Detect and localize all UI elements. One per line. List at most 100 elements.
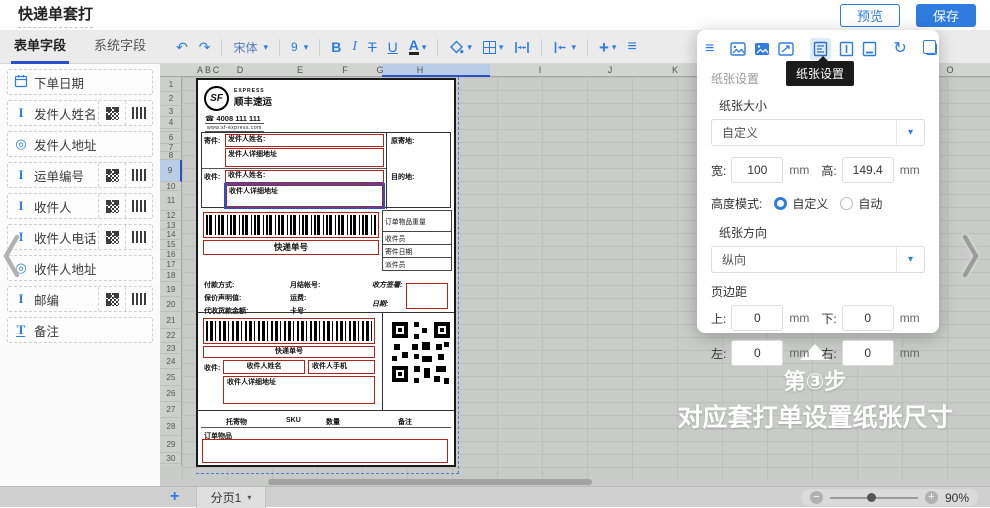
field-receiver2-name[interactable]: 收件人姓名 bbox=[223, 360, 305, 374]
align-button[interactable]: ▾ bbox=[553, 40, 576, 55]
sidebar-item-sender-name[interactable]: I 发件人姓名 bbox=[7, 100, 153, 126]
zoom-out-button[interactable]: − bbox=[810, 491, 823, 504]
merge-cells-button[interactable] bbox=[514, 40, 530, 55]
barcode-mini-button[interactable] bbox=[125, 225, 152, 249]
margin-top-input[interactable] bbox=[731, 305, 783, 331]
collapse-sidebar-chevron[interactable] bbox=[1, 232, 23, 280]
sidebar-item-receiver[interactable]: I 收件人 bbox=[7, 193, 153, 219]
copy-button[interactable] bbox=[923, 43, 937, 55]
refresh-button[interactable]: ↻ bbox=[893, 41, 906, 57]
sidebar-item-waybill-number[interactable]: I 运单编号 bbox=[7, 162, 153, 188]
qr-code-mini-button[interactable] bbox=[98, 287, 125, 311]
waybill-barcode[interactable] bbox=[203, 212, 379, 238]
row-header-16[interactable]: 16 bbox=[160, 250, 182, 260]
sidebar-item-remark[interactable]: T 备注 bbox=[7, 317, 153, 343]
field-receiver2-address[interactable]: 收件人详细地址 bbox=[223, 376, 375, 404]
save-button[interactable]: 保存 bbox=[916, 4, 976, 27]
row-header-10[interactable]: 10 bbox=[160, 182, 182, 191]
row-header-27[interactable]: 27 bbox=[160, 402, 182, 418]
column-header-I[interactable]: I bbox=[539, 64, 542, 77]
row-header-1[interactable]: 1 bbox=[160, 77, 182, 92]
row-header-18[interactable]: 18 bbox=[160, 270, 182, 282]
margin-bottom-input[interactable] bbox=[842, 305, 894, 331]
waybill-number-field-2[interactable]: 快递单号 bbox=[203, 346, 375, 358]
row-header-23[interactable]: 23 bbox=[160, 343, 182, 354]
borders-button[interactable]: ▾ bbox=[483, 41, 504, 54]
expand-panel-chevron[interactable] bbox=[960, 232, 982, 280]
column-header-K[interactable]: K bbox=[672, 64, 678, 77]
sidebar-item-sender-address[interactable]: ◎ 发件人地址 bbox=[7, 131, 153, 157]
page-tab[interactable]: 分页1 ▾ bbox=[196, 487, 266, 508]
row-header-26[interactable]: 26 bbox=[160, 386, 182, 402]
row-header-19[interactable]: 19 bbox=[160, 282, 182, 297]
strikethrough-button[interactable]: T bbox=[368, 40, 377, 54]
add-page-button[interactable]: + bbox=[170, 488, 179, 506]
column-header-O[interactable]: O bbox=[946, 64, 953, 77]
row-header-25[interactable]: 25 bbox=[160, 369, 182, 386]
row-header-8[interactable]: 8 bbox=[160, 152, 182, 160]
height-input[interactable] bbox=[842, 157, 894, 183]
column-header-H[interactable]: H bbox=[417, 64, 424, 77]
zoom-in-button[interactable]: + bbox=[925, 491, 938, 504]
radio-auto[interactable] bbox=[840, 197, 853, 210]
row-header-17[interactable]: 17 bbox=[160, 260, 182, 270]
row-header-13[interactable]: 13 bbox=[160, 221, 182, 230]
row-header-28[interactable]: 28 bbox=[160, 418, 182, 436]
column-header-J[interactable]: J bbox=[608, 64, 613, 77]
sidebar-item-receiver-phone[interactable]: I 收件人电话 bbox=[7, 224, 153, 250]
image-filled-button[interactable] bbox=[754, 42, 770, 56]
italic-button[interactable]: I bbox=[352, 40, 357, 54]
undo-button[interactable]: ↶ bbox=[176, 40, 188, 54]
underline-button[interactable]: U bbox=[388, 40, 398, 54]
column-header-A[interactable]: A bbox=[197, 64, 203, 77]
row-header-24[interactable]: 24 bbox=[160, 354, 182, 369]
waybill-barcode-2[interactable] bbox=[203, 318, 375, 344]
row-header-29[interactable]: 29 bbox=[160, 436, 182, 453]
row-header-11[interactable]: 11 bbox=[160, 191, 182, 211]
zoom-slider[interactable] bbox=[830, 497, 918, 499]
row-header-12[interactable]: 12 bbox=[160, 211, 182, 221]
paper-size-select[interactable]: 自定义 ▾ bbox=[711, 119, 925, 146]
column-header-F[interactable]: F bbox=[342, 64, 348, 77]
field-sender-name[interactable]: 发件人姓名: bbox=[225, 134, 384, 147]
preview-button[interactable]: 预览 bbox=[840, 4, 900, 27]
row-header-20[interactable]: 20 bbox=[160, 297, 182, 312]
field-receiver-address-selected[interactable]: 收件人详细地址 bbox=[226, 185, 383, 207]
qr-code-mini-button[interactable] bbox=[98, 225, 125, 249]
split-horizontal-button[interactable] bbox=[862, 41, 877, 57]
bold-button[interactable]: B bbox=[331, 40, 341, 54]
fill-color-button[interactable]: ▾ bbox=[449, 40, 472, 55]
waybill-number-field[interactable]: 快递单号 bbox=[203, 240, 379, 255]
radio-custom-selected[interactable] bbox=[774, 197, 787, 210]
row-header-4[interactable]: 4 bbox=[160, 117, 182, 129]
width-input[interactable] bbox=[731, 157, 783, 183]
qr-code-mini-button[interactable] bbox=[98, 194, 125, 218]
shipping-label-template[interactable]: SF EXPRESS 顺丰速运 ☎ 4008 111 111 www.sf-ex… bbox=[196, 78, 456, 467]
row-header-21[interactable]: 21 bbox=[160, 312, 182, 329]
margin-left-input[interactable] bbox=[731, 340, 783, 366]
column-header-G[interactable]: G bbox=[376, 64, 383, 77]
orientation-select[interactable]: 纵向 ▾ bbox=[711, 246, 925, 273]
field-sender-address[interactable]: 发件人详细地址 bbox=[225, 148, 384, 167]
barcode-mini-button[interactable] bbox=[125, 194, 152, 218]
row-header-22[interactable]: 22 bbox=[160, 329, 182, 343]
column-header-E[interactable]: E bbox=[297, 64, 303, 77]
column-header-D[interactable]: D bbox=[237, 64, 244, 77]
field-receiver-name[interactable]: 收件人姓名: bbox=[225, 170, 384, 183]
sidebar-item-receiver-address[interactable]: ◎ 收件人地址 bbox=[7, 255, 153, 281]
zoom-slider-thumb[interactable] bbox=[867, 493, 876, 502]
qr-code[interactable] bbox=[392, 320, 450, 388]
margin-right-input[interactable] bbox=[842, 340, 894, 366]
barcode-mini-button[interactable] bbox=[125, 101, 152, 125]
insert-button[interactable]: + ▾ bbox=[599, 39, 616, 56]
font-family-select[interactable]: 宋体 ▾ bbox=[233, 39, 268, 56]
row-header-9[interactable]: 9 bbox=[160, 160, 182, 182]
row-header-15[interactable]: 15 bbox=[160, 240, 182, 250]
barcode-mini-button[interactable] bbox=[125, 163, 152, 187]
image-outline-button[interactable] bbox=[730, 42, 746, 56]
column-header-B[interactable]: B bbox=[205, 64, 211, 77]
row-header-3[interactable]: 3 bbox=[160, 106, 182, 117]
qr-code-mini-button[interactable] bbox=[98, 101, 125, 125]
field-receiver2-phone[interactable]: 收件人手机 bbox=[308, 360, 375, 374]
list-button[interactable]: ≡ bbox=[627, 39, 636, 55]
